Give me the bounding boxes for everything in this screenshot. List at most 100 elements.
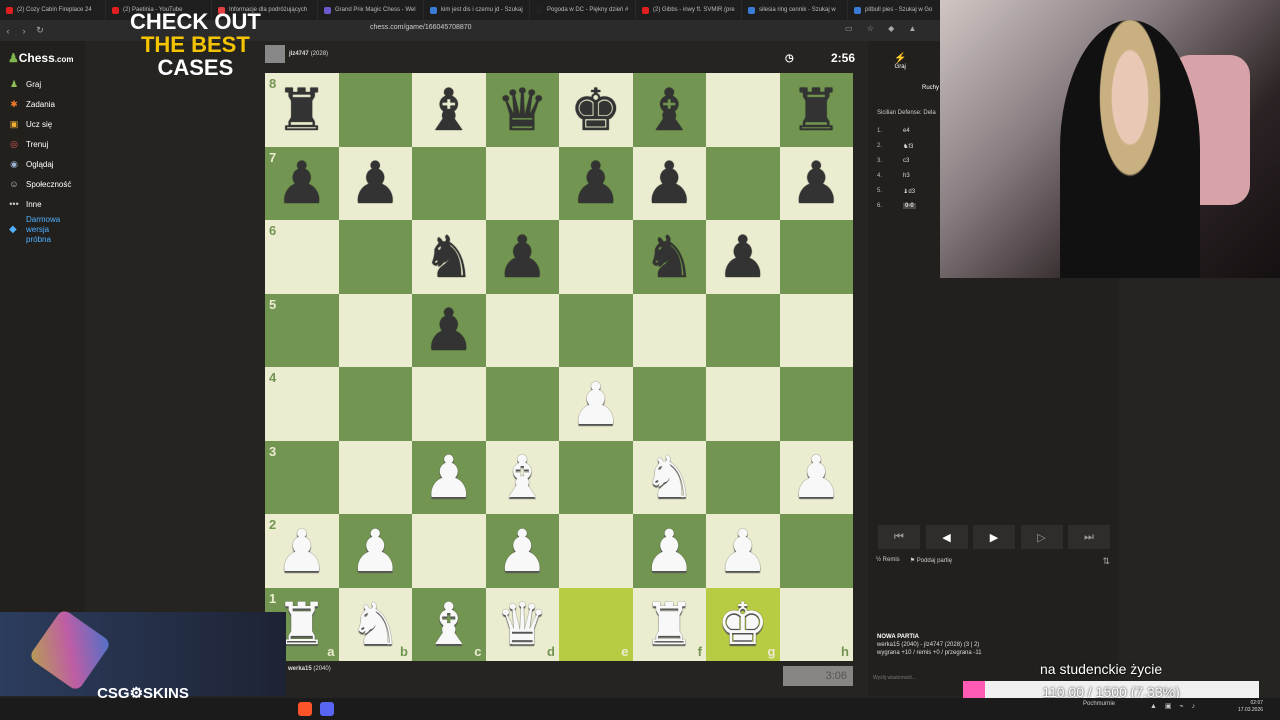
square-a3[interactable]: 3: [265, 440, 339, 514]
move-san[interactable]: c3: [903, 158, 909, 164]
square-d7[interactable]: [485, 146, 559, 220]
browser-tab[interactable]: (2) Gibbs - inwy ft. SVMIR (pre: [636, 0, 742, 20]
draw-button[interactable]: ½ Remis: [876, 557, 900, 564]
black-bishop-icon[interactable]: ♝: [423, 81, 475, 139]
white-pawn-icon[interactable]: ♟: [349, 522, 401, 580]
square-g2[interactable]: ♟: [706, 514, 780, 588]
square-h6[interactable]: [779, 220, 853, 294]
square-f7[interactable]: ♟: [632, 146, 706, 220]
white-bishop-icon[interactable]: ♝: [496, 448, 548, 506]
black-knight-icon[interactable]: ♞: [423, 228, 475, 286]
black-pawn-icon[interactable]: ♟: [349, 154, 401, 212]
square-c4[interactable]: [412, 367, 486, 441]
square-a6[interactable]: 6: [265, 220, 339, 294]
square-d3[interactable]: ♝: [485, 440, 559, 514]
square-h1[interactable]: h: [779, 587, 853, 661]
browser-tab[interactable]: Grand Prix Magic Chess - Wel: [318, 0, 424, 20]
white-queen-icon[interactable]: ♛: [496, 595, 548, 653]
square-h4[interactable]: [779, 367, 853, 441]
black-rook-icon[interactable]: ♜: [790, 81, 842, 139]
square-a2[interactable]: 2 ♟: [265, 514, 339, 588]
tab-moves[interactable]: Ruchy: [922, 85, 939, 91]
sidebar-item-oglądaj[interactable]: ◉ Oglądaj: [8, 159, 54, 169]
url-field[interactable]: chess.com/game/166045708870: [370, 24, 472, 31]
forward-icon[interactable]: ›: [16, 26, 32, 36]
extension-icons[interactable]: ▭ ☆ ◆ ▲: [845, 24, 922, 33]
square-c5[interactable]: ♟: [412, 293, 486, 367]
square-d8[interactable]: ♛: [485, 73, 559, 147]
clock[interactable]: 02:07 17.03.2026: [1238, 700, 1263, 714]
bottom-player-name[interactable]: werka15: [288, 666, 312, 672]
square-f5[interactable]: [632, 293, 706, 367]
square-b1[interactable]: b ♞: [338, 587, 412, 661]
square-g4[interactable]: [706, 367, 780, 441]
black-queen-icon[interactable]: ♛: [496, 81, 548, 139]
sidebar-item-trenuj[interactable]: ◎ Trenuj: [8, 139, 48, 149]
weather-label[interactable]: Pochmurnie: [1083, 701, 1115, 707]
flip-board-icon[interactable]: ⇅: [1102, 556, 1110, 567]
brave-icon[interactable]: [298, 702, 312, 716]
first-move-button[interactable]: ⏮: [878, 525, 920, 549]
white-bishop-icon[interactable]: ♝: [423, 595, 475, 653]
browser-tab[interactable]: silesia ring cennik - Szukaj w: [742, 0, 848, 20]
white-pawn-icon[interactable]: ♟: [717, 522, 769, 580]
square-c6[interactable]: ♞: [412, 220, 486, 294]
square-g3[interactable]: [706, 440, 780, 514]
black-pawn-icon[interactable]: ♟: [570, 154, 622, 212]
chat-input[interactable]: Wyślij wiadomość...: [873, 675, 917, 681]
move-san[interactable]: h3: [903, 173, 910, 179]
move-san[interactable]: e4: [903, 128, 910, 134]
square-h5[interactable]: [779, 293, 853, 367]
square-e7[interactable]: ♟: [559, 146, 633, 220]
square-d5[interactable]: [485, 293, 559, 367]
white-pawn-icon[interactable]: ♟: [276, 522, 328, 580]
black-pawn-icon[interactable]: ♟: [790, 154, 842, 212]
resign-button[interactable]: ⚑ Poddaj partię: [910, 557, 952, 564]
sidebar-item-zadania[interactable]: ✱ Zadania: [8, 99, 55, 109]
square-c8[interactable]: ♝: [412, 73, 486, 147]
square-f3[interactable]: ♞: [632, 440, 706, 514]
square-d2[interactable]: ♟: [485, 514, 559, 588]
white-knight-icon[interactable]: ♞: [643, 448, 695, 506]
white-pawn-icon[interactable]: ♟: [790, 448, 842, 506]
black-king-icon[interactable]: ♚: [570, 81, 622, 139]
black-pawn-icon[interactable]: ♟: [496, 228, 548, 286]
square-d1[interactable]: d ♛: [485, 587, 559, 661]
square-h2[interactable]: [779, 514, 853, 588]
square-c1[interactable]: c ♝: [412, 587, 486, 661]
white-king-icon[interactable]: ♚: [717, 595, 769, 653]
discord-icon[interactable]: [320, 702, 334, 716]
move-san[interactable]: 0-0: [903, 203, 916, 209]
square-f1[interactable]: f ♜: [632, 587, 706, 661]
square-g6[interactable]: ♟: [706, 220, 780, 294]
black-pawn-icon[interactable]: ♟: [717, 228, 769, 286]
square-e5[interactable]: [559, 293, 633, 367]
square-e3[interactable]: [559, 440, 633, 514]
square-a7[interactable]: 7 ♟: [265, 146, 339, 220]
black-rook-icon[interactable]: ♜: [276, 81, 328, 139]
opening-name[interactable]: Sicilian Defense: Dela: [877, 110, 936, 116]
square-d4[interactable]: [485, 367, 559, 441]
square-e6[interactable]: [559, 220, 633, 294]
square-h7[interactable]: ♟: [779, 146, 853, 220]
reload-icon[interactable]: ↻: [32, 25, 48, 36]
white-pawn-icon[interactable]: ♟: [570, 375, 622, 433]
prev-move-button[interactable]: ◀: [925, 525, 968, 549]
sidebar-item-społeczność[interactable]: ☺ Społeczność: [8, 179, 71, 189]
square-e8[interactable]: ♚: [559, 73, 633, 147]
square-b4[interactable]: [338, 367, 412, 441]
square-b3[interactable]: [338, 440, 412, 514]
chess-board[interactable]: 8 ♜ ♝ ♛ ♚ ♝ ♜ 7 ♟ ♟ ♟ ♟ ♟ 6 ♞ ♟ ♞ ♟ 5 ♟ 4 ♟ 3 ♟ ♝ ♞ ♟ 2 ♟ ♟ ♟ ♟ ♟ 1 a ♜ b ♞ c ♝…: [265, 73, 853, 661]
square-a4[interactable]: 4: [265, 367, 339, 441]
tab-play[interactable]: ⚡ Graj: [894, 53, 906, 70]
square-c7[interactable]: [412, 146, 486, 220]
square-f2[interactable]: ♟: [632, 514, 706, 588]
square-a5[interactable]: 5: [265, 293, 339, 367]
black-pawn-icon[interactable]: ♟: [643, 154, 695, 212]
browser-tab[interactable]: pitbull pies - Szukaj w Go: [848, 0, 954, 20]
square-b7[interactable]: ♟: [338, 146, 412, 220]
square-b8[interactable]: [338, 73, 412, 147]
sidebar-item-ucz-się[interactable]: ▣ Ucz się: [8, 119, 53, 129]
free-trial-link[interactable]: Darmowa wersja próbna: [26, 215, 66, 245]
black-knight-icon[interactable]: ♞: [643, 228, 695, 286]
